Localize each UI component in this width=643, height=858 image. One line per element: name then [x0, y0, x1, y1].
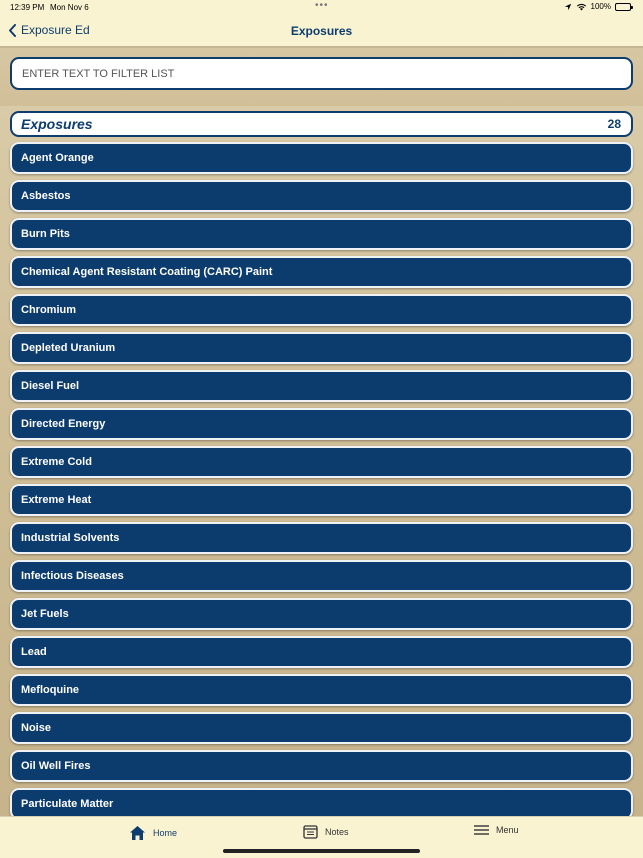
list-item[interactable]: Oil Well Fires [10, 750, 633, 782]
list-item[interactable]: Particulate Matter [10, 788, 633, 816]
location-icon [564, 3, 571, 10]
navigation-bar: Exposure Ed Exposures [0, 16, 643, 47]
list-item[interactable]: Infectious Diseases [10, 560, 633, 592]
tab-menu[interactable]: Menu [474, 825, 519, 835]
tab-notes-label: Notes [325, 827, 349, 837]
tab-home-label: Home [153, 828, 178, 838]
list-item[interactable]: Jet Fuels [10, 598, 633, 630]
battery-icon [615, 2, 633, 11]
filter-input[interactable] [10, 57, 633, 90]
page-title: Exposures [290, 24, 353, 38]
home-indicator[interactable] [223, 849, 420, 853]
exposure-list: Agent Orange Asbestos Burn Pits Chemical… [10, 142, 633, 816]
list-item[interactable]: Industrial Solvents [10, 522, 633, 554]
wifi-icon [576, 3, 586, 11]
tab-notes[interactable]: Notes [303, 825, 349, 839]
hamburger-icon [474, 825, 489, 835]
list-item[interactable]: Directed Energy [10, 408, 633, 440]
list-item[interactable]: Chromium [10, 294, 633, 326]
list-item[interactable]: Noise [10, 712, 633, 744]
tab-home[interactable]: Home [129, 825, 177, 841]
list-item[interactable]: Diesel Fuel [10, 370, 633, 402]
list-item[interactable]: Agent Orange [10, 142, 633, 174]
status-time: 12:39 PM [10, 3, 45, 12]
battery-percent: 100% [590, 2, 611, 11]
multitasking-dots-icon[interactable]: ••• [315, 0, 329, 11]
list-item[interactable]: Mefloquine [10, 674, 633, 706]
list-item[interactable]: Lead [10, 636, 633, 668]
status-bar: 12:39 PM Mon Nov 6 ••• 100% [0, 0, 643, 16]
list-item[interactable]: Chemical Agent Resistant Coating (CARC) … [10, 256, 633, 288]
status-date: Mon Nov 6 [50, 3, 89, 12]
item-count-badge: 28 [607, 117, 621, 131]
status-right: 100% [564, 2, 633, 11]
section-header: Exposures 28 [10, 111, 633, 137]
list-item[interactable]: Burn Pits [10, 218, 633, 250]
search-area [0, 48, 643, 106]
home-icon [130, 826, 145, 840]
list-item[interactable]: Depleted Uranium [10, 332, 633, 364]
tab-menu-label: Menu [496, 825, 519, 835]
notes-icon [303, 825, 318, 839]
section-title: Exposures [21, 116, 93, 132]
list-item[interactable]: Extreme Heat [10, 484, 633, 516]
list-item[interactable]: Extreme Cold [10, 446, 633, 478]
exposure-list-container[interactable]: Exposures 28 Agent Orange Asbestos Burn … [0, 106, 643, 816]
list-item[interactable]: Asbestos [10, 180, 633, 212]
